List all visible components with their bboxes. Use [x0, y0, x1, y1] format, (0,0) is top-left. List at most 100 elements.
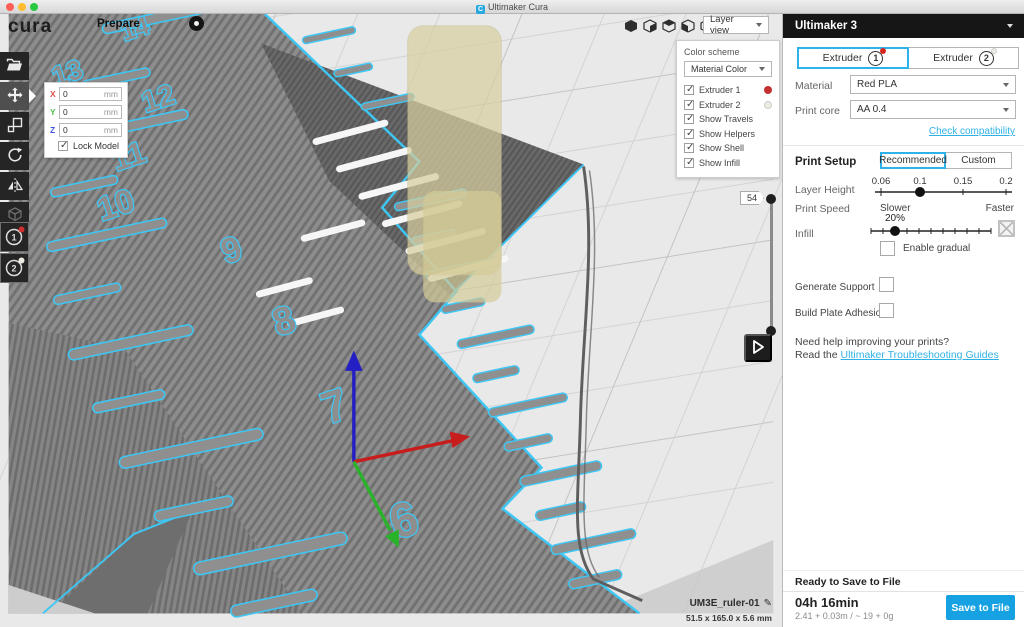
- layer-slider-handle[interactable]: [766, 194, 776, 204]
- chevron-down-icon: [759, 67, 765, 71]
- extruder-1-checkbox[interactable]: [684, 85, 694, 95]
- chevron-down-icon: [1007, 24, 1013, 28]
- divider: [783, 145, 1024, 146]
- play-icon: [749, 338, 767, 359]
- cura-window: CUltimaker Cura: [0, 0, 1024, 627]
- extruder-2-select-button[interactable]: 2: [0, 253, 29, 283]
- y-position-input[interactable]: 0mm: [59, 105, 122, 119]
- tab-extruder-1[interactable]: Extruder 1: [797, 47, 909, 69]
- print-time-estimate: 04h 16min: [795, 595, 859, 610]
- divider: [783, 570, 1024, 571]
- model-info: UM3E_ruler-01 ✎ 51.5 x 165.0 x 5.6 mm: [580, 593, 772, 623]
- x-position-input[interactable]: 0mm: [59, 87, 122, 101]
- machine-header[interactable]: Ultimaker 3: [783, 14, 1024, 38]
- layer-height-slider[interactable]: 0.06 0.1 0.15 0.2: [867, 174, 1023, 202]
- material-estimate: 2.41 + 0.03m / ~ 19 + 0g: [795, 611, 893, 621]
- mirror-icon: [7, 177, 23, 196]
- settings-sidebar: Ultimaker 3 Extruder 1 Extruder 2 Materi…: [782, 14, 1024, 627]
- lock-model-label: Lock Model: [73, 141, 119, 151]
- enable-gradual-checkbox[interactable]: [880, 241, 895, 256]
- layer-height-label: Layer Height: [795, 184, 855, 196]
- extruder-2-icon: 2: [4, 256, 26, 281]
- layer-height-handle[interactable]: [915, 187, 925, 197]
- print-setup-title: Print Setup: [795, 156, 856, 168]
- build-plate-adhesion-checkbox[interactable]: [879, 303, 894, 318]
- cura-logo: cura: [8, 16, 52, 38]
- generate-support-checkbox[interactable]: [879, 277, 894, 292]
- open-folder-icon: [6, 57, 23, 75]
- tool-scale-button[interactable]: [0, 112, 29, 140]
- infill-slider[interactable]: 20%: [867, 212, 995, 240]
- save-to-file-button[interactable]: Save to File: [946, 595, 1015, 620]
- view-left-icon[interactable]: [681, 19, 695, 33]
- print-core-dropdown[interactable]: AA 0.4: [850, 100, 1016, 119]
- extruder-1-select-button[interactable]: 1: [0, 222, 29, 252]
- save-status: Ready to Save to File: [795, 576, 901, 588]
- layer-slider-track[interactable]: [770, 200, 773, 331]
- infill-label: Infill: [795, 228, 814, 240]
- z-axis-label: Z: [50, 125, 59, 135]
- window-title: CUltimaker Cura: [0, 0, 1024, 14]
- tab-extruder-2[interactable]: Extruder 2: [908, 47, 1019, 69]
- model-dimensions: 51.5 x 165.0 x 5.6 mm: [580, 613, 772, 623]
- model-name: UM3E_ruler-01: [690, 598, 760, 609]
- position-panel: X 0mm Y 0mm Z 0mm Lock Model: [44, 82, 128, 158]
- layer-play-button[interactable]: [744, 334, 772, 362]
- show-travels-checkbox[interactable]: [684, 114, 694, 124]
- lock-model-checkbox[interactable]: [58, 141, 68, 151]
- view-top-icon[interactable]: [662, 19, 676, 33]
- svg-text:2: 2: [11, 263, 16, 273]
- x-axis-label: X: [50, 89, 59, 99]
- material-dropdown[interactable]: Red PLA: [850, 75, 1016, 94]
- view-front-icon[interactable]: [643, 19, 657, 33]
- show-shell-checkbox[interactable]: [684, 143, 694, 153]
- option-extruder-1: Extruder 1: [684, 83, 772, 98]
- option-show-shell: Show Shell: [684, 141, 772, 156]
- machine-name: Ultimaker 3: [795, 20, 1003, 32]
- extruder-2-material-dot: [991, 48, 997, 54]
- show-helpers-checkbox[interactable]: [684, 129, 694, 139]
- check-compatibility-link[interactable]: Check compatibility: [929, 126, 1015, 137]
- rename-model-icon[interactable]: ✎: [764, 598, 772, 609]
- rotate-icon: [7, 147, 23, 166]
- option-extruder-2: Extruder 2: [684, 98, 772, 113]
- svg-text:0.2: 0.2: [999, 176, 1012, 187]
- color-scheme-dropdown[interactable]: Material Color: [684, 61, 772, 77]
- open-file-button[interactable]: [0, 52, 29, 80]
- prime-tower-ghost: [408, 26, 502, 303]
- svg-text:0.06: 0.06: [872, 176, 891, 187]
- help-badge-icon[interactable]: [189, 16, 204, 31]
- show-infill-checkbox[interactable]: [684, 158, 694, 168]
- generate-support-label: Generate Support: [795, 282, 875, 293]
- recommended-mode-button[interactable]: Recommended: [880, 152, 946, 169]
- view-3d-icon[interactable]: [624, 19, 638, 33]
- stage-tab-prepare[interactable]: Prepare: [97, 18, 140, 30]
- svg-text:20%: 20%: [885, 213, 905, 224]
- color-scheme-title: Color scheme: [684, 47, 772, 57]
- help-text: Need help improving your prints?: [795, 336, 949, 348]
- camera-view-presets: [624, 19, 714, 33]
- gradual-infill-icon: [998, 220, 1015, 237]
- option-show-infill: Show Infill: [684, 156, 772, 171]
- help-text-2: Read the Ultimaker Troubleshooting Guide…: [795, 349, 999, 361]
- extruder-2-checkbox[interactable]: [684, 100, 694, 110]
- enable-gradual-label: Enable gradual: [903, 243, 970, 254]
- extruder-2-number-icon: 2: [979, 51, 994, 66]
- extruder-1-material-dot: [880, 48, 886, 54]
- tool-move-button[interactable]: [0, 82, 29, 110]
- tool-mirror-button[interactable]: [0, 172, 29, 200]
- chevron-down-icon: [756, 23, 762, 27]
- extruder-1-number-icon: 1: [868, 51, 883, 66]
- option-show-helpers: Show Helpers: [684, 127, 772, 142]
- view-mode-dropdown[interactable]: Layer view: [703, 16, 769, 34]
- option-show-travels: Show Travels: [684, 112, 772, 127]
- title-bar: CUltimaker Cura: [0, 0, 1024, 14]
- build-plate-adhesion-label: Build Plate Adhesion: [795, 308, 887, 319]
- extruder-1-icon: 1: [4, 225, 26, 250]
- z-position-input[interactable]: 0mm: [59, 123, 122, 137]
- infill-handle[interactable]: [890, 226, 900, 236]
- custom-mode-button[interactable]: Custom: [945, 152, 1012, 169]
- tool-rotate-button[interactable]: [0, 142, 29, 170]
- troubleshooting-guides-link[interactable]: Ultimaker Troubleshooting Guides: [841, 349, 999, 361]
- divider: [783, 591, 1024, 592]
